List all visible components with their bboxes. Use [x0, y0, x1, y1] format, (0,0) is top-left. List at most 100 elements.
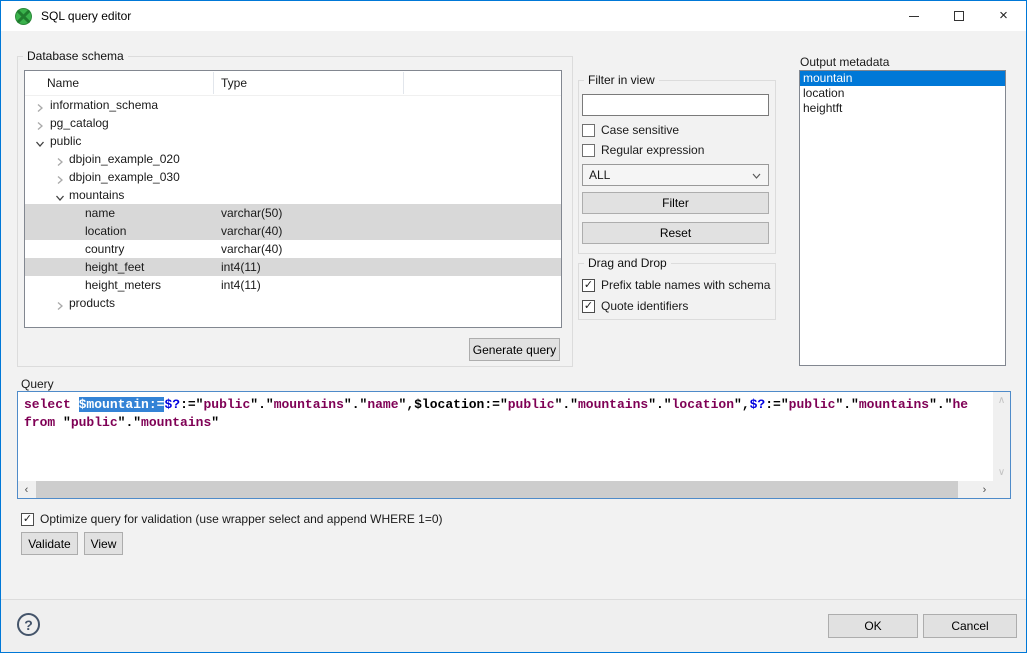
tree-node-type: varchar(40)	[221, 222, 282, 240]
view-button[interactable]: View	[84, 532, 123, 555]
query-token: select	[24, 397, 71, 412]
output-metadata-list[interactable]: mountainlocationheightft	[799, 70, 1006, 366]
vertical-scrollbar[interactable]: ∧ ∨	[993, 392, 1010, 481]
optimize-checkbox-row[interactable]: ✓ Optimize query for validation (use wra…	[21, 511, 443, 527]
maximize-button[interactable]	[936, 1, 981, 31]
scroll-down-icon[interactable]: ∨	[993, 464, 1010, 481]
column-header-name[interactable]: Name	[47, 76, 79, 90]
filter-group-label: Filter in view	[584, 73, 659, 87]
query-token: he	[952, 397, 968, 412]
quote-checkbox-row[interactable]: ✓ Quote identifiers	[582, 298, 688, 314]
schema-tree-header: Name Type	[25, 71, 561, 96]
ok-button[interactable]: OK	[828, 614, 918, 638]
expand-chevron-icon[interactable]	[55, 298, 65, 316]
close-icon: ×	[999, 11, 1008, 21]
minimize-button[interactable]	[891, 1, 936, 31]
prefix-checkbox-row[interactable]: ✓ Prefix table names with schema	[582, 277, 770, 293]
tree-node-label: location	[85, 222, 126, 240]
query-token: public	[508, 397, 555, 412]
column-header-type[interactable]: Type	[221, 76, 247, 90]
filter-button[interactable]: Filter	[582, 192, 769, 214]
query-line: select $mountain:=$?:="public"."mountain…	[24, 397, 993, 415]
query-editor[interactable]: select $mountain:=$?:="public"."mountain…	[17, 391, 1011, 499]
query-token: mountains	[578, 397, 648, 412]
query-token: public	[789, 397, 836, 412]
cancel-button[interactable]: Cancel	[923, 614, 1017, 638]
tree-row-name[interactable]: name varchar(50)	[25, 204, 561, 222]
database-schema-group-label: Database schema	[23, 49, 128, 63]
horizontal-scrollbar[interactable]: ‹ ›	[18, 481, 993, 498]
tree-row-pg_catalog[interactable]: pg_catalog	[25, 114, 561, 132]
drag-and-drop-group-label: Drag and Drop	[584, 256, 671, 270]
tree-row-height_feet[interactable]: height_feet int4(11)	[25, 258, 561, 276]
metadata-item-location[interactable]: location	[800, 86, 1005, 101]
optimize-checkbox[interactable]: ✓	[21, 513, 34, 526]
metadata-item-heightft[interactable]: heightft	[800, 101, 1005, 116]
tree-node-label: mountains	[69, 186, 124, 204]
case-sensitive-checkbox[interactable]	[582, 124, 595, 137]
regex-label: Regular expression	[601, 143, 704, 157]
query-token: $?	[164, 397, 180, 412]
tree-node-type: varchar(50)	[221, 204, 282, 222]
query-token: public	[203, 397, 250, 412]
schema-tree[interactable]: Name Type information_schemapg_catalogpu…	[24, 70, 562, 328]
query-token: public	[71, 415, 118, 430]
query-token: "."	[555, 397, 578, 412]
close-button[interactable]: ×	[981, 1, 1026, 31]
tree-row-mountains[interactable]: mountains	[25, 186, 561, 204]
tree-node-label: pg_catalog	[50, 114, 109, 132]
quote-label: Quote identifiers	[601, 299, 688, 313]
query-token: "."	[929, 397, 952, 412]
chevron-down-icon	[752, 172, 761, 180]
regex-checkbox-row[interactable]: Regular expression	[582, 142, 704, 158]
reset-button[interactable]: Reset	[582, 222, 769, 244]
scroll-left-icon[interactable]: ‹	[18, 481, 35, 498]
tree-node-label: height_feet	[85, 258, 144, 276]
tree-row-information_schema[interactable]: information_schema	[25, 96, 561, 114]
regex-checkbox[interactable]	[582, 144, 595, 157]
tree-node-label: products	[69, 294, 115, 312]
query-token: mountains	[859, 397, 929, 412]
tree-row-dbjoin_example_020[interactable]: dbjoin_example_020	[25, 150, 561, 168]
filter-input[interactable]	[582, 94, 769, 116]
tree-node-label: country	[85, 240, 124, 258]
query-token: "	[55, 415, 71, 430]
validate-button[interactable]: Validate	[21, 532, 78, 555]
generate-query-button[interactable]: Generate query	[469, 338, 560, 361]
query-text[interactable]: select $mountain:=$?:="public"."mountain…	[18, 392, 993, 481]
tree-node-type: int4(11)	[221, 258, 261, 276]
caption-buttons: ×	[891, 1, 1026, 31]
selected-text: $mountain:=	[79, 397, 165, 412]
tree-row-location[interactable]: location varchar(40)	[25, 222, 561, 240]
query-token: ",	[734, 397, 750, 412]
filter-scope-dropdown[interactable]: ALL	[582, 164, 769, 186]
tree-row-dbjoin_example_030[interactable]: dbjoin_example_030	[25, 168, 561, 186]
maximize-icon	[954, 11, 964, 21]
help-button[interactable]: ?	[17, 613, 40, 636]
scroll-right-icon[interactable]: ›	[976, 481, 993, 498]
tree-row-public[interactable]: public	[25, 132, 561, 150]
tree-row-country[interactable]: countryvarchar(40)	[25, 240, 561, 258]
schema-tree-body: information_schemapg_catalogpublicdbjoin…	[25, 96, 561, 312]
tree-node-label: name	[85, 204, 115, 222]
scroll-up-icon[interactable]: ∧	[993, 392, 1010, 409]
query-token: "."	[344, 397, 367, 412]
app-icon	[15, 8, 32, 25]
tree-row-products[interactable]: products	[25, 294, 561, 312]
query-token: location	[672, 397, 734, 412]
metadata-item-mountain[interactable]: mountain	[800, 71, 1005, 86]
window-title: SQL query editor	[41, 9, 131, 23]
case-sensitive-checkbox-row[interactable]: Case sensitive	[582, 122, 679, 138]
quote-checkbox[interactable]: ✓	[582, 300, 595, 313]
tree-row-height_meters[interactable]: height_metersint4(11)	[25, 276, 561, 294]
query-token: "	[211, 415, 219, 430]
query-token: :="	[180, 397, 203, 412]
prefix-checkbox[interactable]: ✓	[582, 279, 595, 292]
column-divider[interactable]	[213, 72, 214, 94]
horizontal-scrollbar-thumb[interactable]	[36, 481, 958, 498]
column-divider[interactable]	[403, 72, 404, 94]
minimize-icon	[909, 16, 919, 17]
footer-bar: ? OK Cancel	[1, 599, 1026, 652]
query-token	[71, 397, 79, 412]
tree-node-type: int4(11)	[221, 276, 261, 294]
